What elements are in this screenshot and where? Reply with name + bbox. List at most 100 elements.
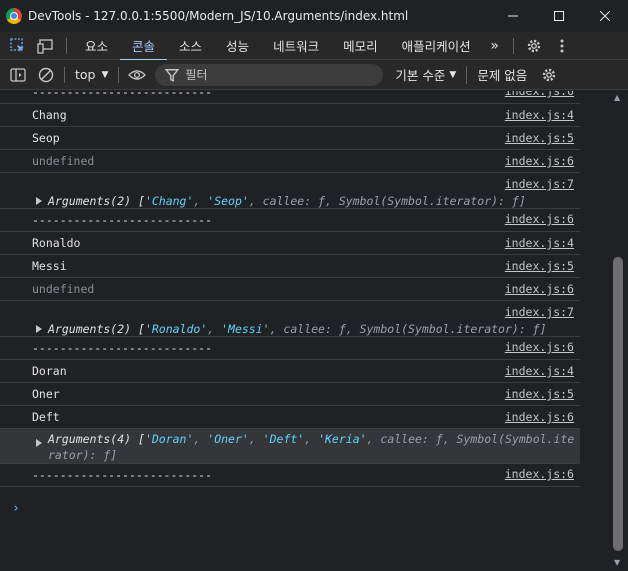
chevron-down-icon: ▼ — [101, 69, 109, 80]
device-toolbar-button[interactable] — [32, 32, 60, 60]
console-scrollbar[interactable]: ▲ ▼ — [610, 91, 628, 571]
tab-memory[interactable]: 메모리 — [331, 32, 390, 60]
maximize-icon — [554, 11, 564, 21]
source-link[interactable]: index.js:6 — [505, 278, 574, 300]
tab-console[interactable]: 콘솔 — [120, 32, 168, 61]
arguments-object-preview[interactable]: Arguments(4) ['Doran', 'Oner', 'Deft', '… — [48, 431, 574, 447]
comma-separator: , — [248, 432, 263, 446]
source-link[interactable]: index.js:4 — [505, 232, 574, 254]
console-log-row: -------------------------- index.js:6 — [0, 464, 580, 487]
show-sidebar-button[interactable] — [4, 61, 32, 89]
filter-input[interactable]: 필터 — [155, 63, 384, 86]
tab-network[interactable]: 네트워크 — [261, 32, 331, 60]
inspect-element-button[interactable] — [4, 32, 32, 60]
issues-counter[interactable]: 문제 없음 — [466, 65, 527, 84]
minimize-button[interactable] — [490, 0, 536, 32]
comma-separator: , — [207, 322, 222, 336]
log-message: undefined — [32, 154, 95, 168]
more-tabs-button[interactable]: » — [483, 32, 507, 60]
log-levels-dropdown[interactable]: 기본 수준 ▼ — [395, 65, 456, 84]
expand-triangle-icon[interactable] — [36, 325, 42, 333]
object-prefix: Arguments(4) [ — [48, 432, 145, 446]
source-link[interactable]: index.js:6 — [505, 212, 574, 226]
log-message: Doran — [32, 364, 67, 378]
minimize-icon — [508, 15, 518, 17]
source-link[interactable]: index.js:7 — [505, 304, 574, 320]
source-link[interactable]: index.js:5 — [505, 127, 574, 149]
source-link[interactable]: index.js:5 — [505, 383, 574, 405]
console-settings-button[interactable] — [535, 61, 563, 89]
separator-text: -------------------------- — [32, 341, 213, 355]
source-link[interactable]: index.js:4 — [505, 360, 574, 382]
console-log-row: undefined index.js:6 — [0, 150, 580, 173]
tab-application[interactable]: 애플리케이션 — [390, 32, 483, 60]
inspect-cursor-icon — [10, 37, 24, 52]
arguments-object-preview[interactable]: Arguments(2) ['Ronaldo', 'Messi', callee… — [48, 321, 547, 337]
console-prompt-icon[interactable]: › — [12, 501, 20, 516]
kebab-menu-icon — [560, 39, 564, 52]
separator-text: -------------------------- — [32, 213, 213, 227]
log-message: Deft — [32, 410, 60, 424]
log-message: Seop — [32, 131, 60, 145]
object-suffix: , callee: ƒ, Symbol(Symbol.iterator): ƒ] — [248, 194, 526, 208]
source-link[interactable]: index.js:4 — [505, 104, 574, 126]
settings-button[interactable] — [520, 32, 548, 60]
source-link[interactable]: index.js:6 — [505, 150, 574, 172]
string-value: 'Chang' — [144, 194, 194, 208]
console-log-row: Doran index.js:4 — [0, 360, 580, 383]
source-link[interactable]: index.js:5 — [505, 255, 574, 277]
source-link[interactable]: index.js:6 — [505, 467, 574, 481]
string-value: 'Deft' — [262, 432, 305, 446]
scrollbar-thumb[interactable] — [613, 257, 623, 551]
console-object-row[interactable]: Arguments(4) ['Doran', 'Oner', 'Deft', '… — [0, 429, 580, 464]
filter-icon — [165, 68, 180, 82]
window-title: DevTools - 127.0.0.1:5500/Modern_JS/10.A… — [28, 9, 409, 23]
filter-placeholder: 필터 — [185, 68, 208, 82]
separator-text: -------------------------- — [32, 468, 213, 482]
expand-triangle-icon[interactable] — [36, 439, 42, 447]
log-message: Chang — [32, 108, 67, 122]
scroll-down-arrow-icon[interactable]: ▼ — [614, 558, 620, 567]
close-button[interactable] — [582, 0, 628, 32]
log-message: Ronaldo — [32, 236, 81, 250]
tab-elements[interactable]: 요소 — [73, 32, 120, 60]
string-value: 'Oner' — [207, 432, 249, 446]
more-options-button[interactable] — [548, 32, 576, 60]
live-expression-button[interactable] — [123, 61, 151, 89]
object-suffix-continued: rator): ƒ] — [48, 448, 118, 462]
toolbar-divider — [118, 66, 120, 83]
console-log-row: Ronaldo index.js:4 — [0, 232, 580, 255]
source-link[interactable]: index.js:6 — [505, 91, 574, 98]
gear-icon — [543, 68, 556, 81]
string-value: 'Doran' — [144, 432, 194, 446]
console-log-row: Oner index.js:5 — [0, 383, 580, 406]
console-toolbar: top ▼ 필터 기본 수준 ▼ 문제 없음 — [0, 60, 628, 90]
source-link[interactable]: index.js:7 — [505, 176, 574, 192]
window-controls — [490, 0, 628, 32]
tab-sources[interactable]: 소스 — [167, 32, 214, 60]
object-suffix: , callee: ƒ, Symbol(Symbol.ite — [366, 432, 575, 446]
console-object-row[interactable]: index.js:7 Arguments(2) ['Chang', 'Seop',… — [0, 173, 580, 209]
string-value: 'Messi' — [221, 322, 270, 336]
comma-separator: , — [193, 194, 208, 208]
maximize-button[interactable] — [536, 0, 582, 32]
source-link[interactable]: index.js:6 — [505, 340, 574, 354]
expand-triangle-icon[interactable] — [36, 197, 42, 205]
console-log-row: -------------------------- index.js:6 — [0, 91, 580, 104]
console-object-row[interactable]: index.js:7 Arguments(2) ['Ronaldo', 'Mess… — [0, 301, 580, 337]
log-levels-label: 기본 수준 — [395, 68, 446, 83]
context-selector-label: top — [75, 67, 96, 82]
object-suffix: , callee: ƒ, Symbol(Symbol.iterator): ƒ] — [269, 322, 547, 336]
eye-icon — [128, 69, 147, 80]
scroll-up-arrow-icon[interactable]: ▲ — [614, 93, 620, 102]
tab-performance[interactable]: 성능 — [214, 32, 261, 60]
console-log-row: undefined index.js:6 — [0, 278, 580, 301]
console-log-row: -------------------------- index.js:6 — [0, 337, 580, 360]
object-prefix: Arguments(2) [ — [48, 194, 145, 208]
string-value: 'Ronaldo' — [144, 322, 208, 336]
comma-separator: , — [304, 432, 319, 446]
context-selector[interactable]: top ▼ — [69, 64, 114, 86]
clear-console-button[interactable] — [32, 61, 60, 89]
source-link[interactable]: index.js:6 — [505, 406, 574, 428]
arguments-object-preview[interactable]: Arguments(2) ['Chang', 'Seop', callee: ƒ… — [48, 193, 526, 209]
